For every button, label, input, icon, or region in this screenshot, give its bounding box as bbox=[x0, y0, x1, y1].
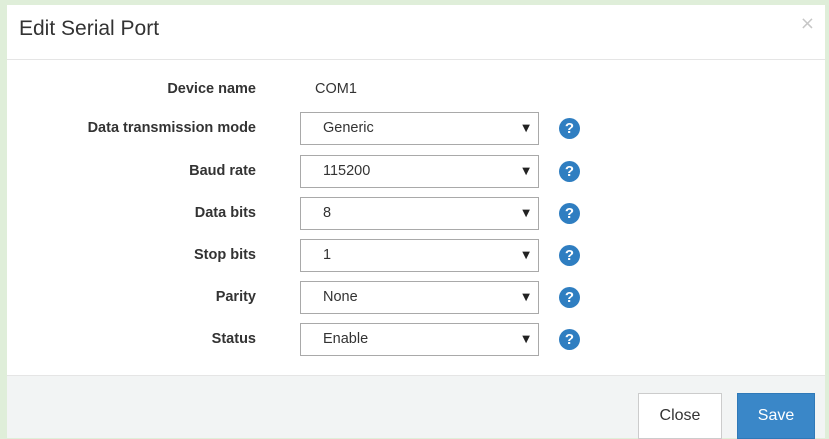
data-transmission-mode-row: Data transmission mode Generic ▼ ? bbox=[7, 112, 825, 146]
chevron-down-icon: ▼ bbox=[522, 208, 530, 219]
help-icon[interactable]: ? bbox=[559, 161, 580, 182]
parity-row: Parity None ▼ ? bbox=[7, 281, 825, 315]
data-transmission-mode-label: Data transmission mode bbox=[87, 120, 256, 136]
data-bits-value: 8 bbox=[323, 205, 332, 221]
status-label: Status bbox=[211, 331, 256, 347]
stop-bits-select[interactable]: 1 ▼ bbox=[300, 239, 539, 272]
status-row: Status Enable ▼ ? bbox=[7, 323, 825, 357]
chevron-down-icon: ▼ bbox=[522, 123, 530, 134]
close-icon[interactable]: × bbox=[800, 13, 815, 34]
help-icon[interactable]: ? bbox=[559, 329, 580, 350]
stop-bits-value: 1 bbox=[323, 247, 332, 263]
help-icon[interactable]: ? bbox=[559, 245, 580, 266]
data-bits-row: Data bits 8 ▼ ? bbox=[7, 197, 825, 231]
status-select[interactable]: Enable ▼ bbox=[300, 323, 539, 356]
chevron-down-icon: ▼ bbox=[522, 334, 530, 345]
baud-rate-value: 115200 bbox=[323, 163, 371, 179]
help-icon[interactable]: ? bbox=[559, 203, 580, 224]
data-transmission-mode-value: Generic bbox=[323, 120, 374, 136]
chevron-down-icon: ▼ bbox=[522, 292, 530, 303]
stop-bits-label: Stop bits bbox=[193, 247, 256, 263]
baud-rate-select[interactable]: 115200 ▼ bbox=[300, 155, 539, 188]
device-name-value: COM1 bbox=[315, 81, 357, 97]
edit-serial-port-dialog: Edit Serial Port × Device name COM1 Data… bbox=[7, 5, 825, 439]
data-bits-label: Data bits bbox=[194, 205, 256, 221]
dialog-header: Edit Serial Port × bbox=[7, 5, 825, 60]
close-button[interactable]: Close bbox=[638, 393, 722, 439]
parity-label: Parity bbox=[215, 289, 256, 305]
help-icon[interactable]: ? bbox=[559, 118, 580, 139]
baud-rate-label: Baud rate bbox=[189, 163, 256, 179]
chevron-down-icon: ▼ bbox=[522, 250, 530, 261]
data-transmission-mode-select[interactable]: Generic ▼ bbox=[300, 112, 539, 145]
parity-value: None bbox=[323, 289, 358, 305]
stop-bits-row: Stop bits 1 ▼ ? bbox=[7, 239, 825, 273]
parity-select[interactable]: None ▼ bbox=[300, 281, 539, 314]
chevron-down-icon: ▼ bbox=[522, 166, 530, 177]
device-name-label: Device name bbox=[167, 81, 256, 97]
baud-rate-row: Baud rate 115200 ▼ ? bbox=[7, 155, 825, 189]
device-name-row: Device name COM1 bbox=[7, 73, 825, 107]
dialog-title: Edit Serial Port bbox=[19, 17, 160, 40]
save-button[interactable]: Save bbox=[737, 393, 815, 439]
help-icon[interactable]: ? bbox=[559, 287, 580, 308]
status-value: Enable bbox=[323, 331, 369, 347]
dialog-footer: Close Save bbox=[7, 375, 825, 439]
data-bits-select[interactable]: 8 ▼ bbox=[300, 197, 539, 230]
